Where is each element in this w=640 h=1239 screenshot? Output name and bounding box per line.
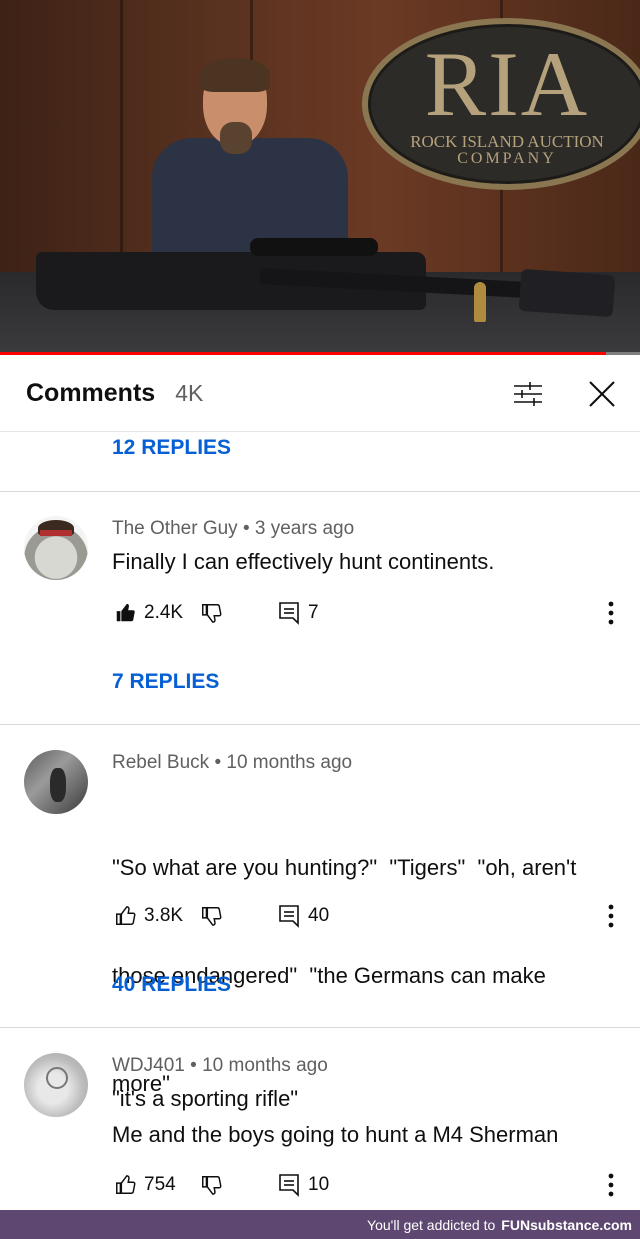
watermark-banner: You'll get addicted to FUNsubstance.com [0, 1210, 640, 1239]
comment-meta: Rebel Buck • 10 months ago [112, 752, 352, 774]
like-button[interactable]: 754 [114, 1170, 176, 1200]
thumbs-up-filled-icon [116, 603, 135, 622]
comments-header: Comments 4K [0, 356, 640, 432]
comment-meta: WDJ401 • 10 months ago [112, 1055, 328, 1077]
comment-divider [0, 491, 640, 492]
rifle-scope [250, 238, 378, 256]
thumbs-down-icon [202, 1176, 222, 1195]
comment-divider [0, 724, 640, 725]
reply-count: 40 [308, 905, 330, 926]
comment-line: "So what are you hunting?" "Tigers" "oh,… [112, 855, 577, 880]
presenter-beard [220, 122, 252, 154]
comments-count: 4K [175, 380, 204, 406]
thumbs-down-icon [202, 907, 222, 926]
dislike-button[interactable] [200, 901, 222, 931]
comment-meta: The Other Guy • 3 years ago [112, 518, 354, 540]
banner-brand: FUNsubstance.com [501, 1216, 632, 1233]
comment-divider [0, 1027, 640, 1028]
commenter-avatar[interactable] [24, 750, 88, 814]
view-replies-button[interactable]: 7 REPLIES [112, 670, 219, 694]
reply-count: 10 [308, 1174, 330, 1195]
view-replies-button[interactable]: 40 REPLIES [112, 973, 231, 997]
reply-comment-icon [279, 602, 299, 625]
thumbs-up-icon [116, 906, 136, 925]
comment-actions: 754 10 [112, 1170, 632, 1200]
dislike-button[interactable] [200, 598, 222, 628]
comment-age: 10 months ago [226, 752, 353, 773]
like-count: 3.8K [144, 905, 184, 926]
comment-line: Me and the boys going to hunt a M4 Sherm… [112, 1122, 559, 1147]
more-options-icon[interactable] [600, 598, 622, 628]
cartridge [474, 282, 486, 322]
dislike-button[interactable] [200, 1170, 222, 1200]
logo-line1: ROCK ISLAND AUCTION [410, 132, 604, 151]
comment-line: "it's a sporting rifle" [112, 1086, 299, 1111]
comment-actions: 2.4K 7 [112, 598, 632, 628]
reply-comment-icon [279, 905, 299, 928]
reply-button[interactable]: 10 [278, 1170, 329, 1200]
reply-button[interactable]: 40 [278, 901, 329, 931]
video-player[interactable]: RIA ROCK ISLAND AUCTION COMPANY [0, 0, 640, 355]
reply-comment-icon [279, 1174, 299, 1197]
wall-panel-line [120, 0, 123, 280]
thumbs-down-icon [202, 604, 222, 623]
meta-separator: • [190, 1055, 197, 1076]
comment-body: "it's a sporting rifle" Me and the boys … [112, 1081, 622, 1153]
thumbs-up-icon [116, 1175, 136, 1194]
like-button[interactable]: 2.4K [114, 598, 183, 628]
comment-author[interactable]: The Other Guy [112, 518, 238, 539]
comment-age: 3 years ago [254, 518, 355, 539]
meta-separator: • [214, 752, 222, 773]
video-progress-fill [0, 352, 607, 355]
view-replies-button[interactable]: 12 REPLIES [112, 436, 231, 460]
close-icon[interactable] [586, 378, 618, 410]
comment-age: 10 months ago [202, 1055, 328, 1076]
logo-big-text: RIA [424, 33, 590, 135]
comment-actions: 3.8K 40 [112, 901, 632, 931]
meta-separator: • [242, 518, 250, 539]
like-button[interactable]: 3.8K [114, 901, 183, 931]
reply-count: 7 [308, 602, 319, 623]
filter-sliders-icon[interactable] [512, 380, 544, 408]
rifle-muzzle-brake [518, 268, 616, 318]
comments-title: Comments [26, 379, 156, 407]
banner-text: You'll get addicted to [367, 1216, 496, 1233]
comment-author[interactable]: Rebel Buck [112, 752, 209, 773]
comment-body: Finally I can effectively hunt continent… [112, 544, 622, 580]
like-count: 2.4K [144, 602, 184, 623]
comment-author[interactable]: WDJ401 [112, 1055, 185, 1076]
commenter-avatar[interactable] [24, 516, 88, 580]
logo-line2: COMPANY [457, 150, 557, 167]
comment-line: Finally I can effectively hunt continent… [112, 549, 495, 574]
like-count: 754 [144, 1174, 176, 1195]
video-progress-bar[interactable] [0, 352, 640, 355]
reply-button[interactable]: 7 [278, 598, 319, 628]
commenter-avatar[interactable] [24, 1053, 88, 1117]
more-options-icon[interactable] [600, 901, 622, 931]
presenter-hair [200, 58, 270, 92]
more-options-icon[interactable] [600, 1170, 622, 1200]
